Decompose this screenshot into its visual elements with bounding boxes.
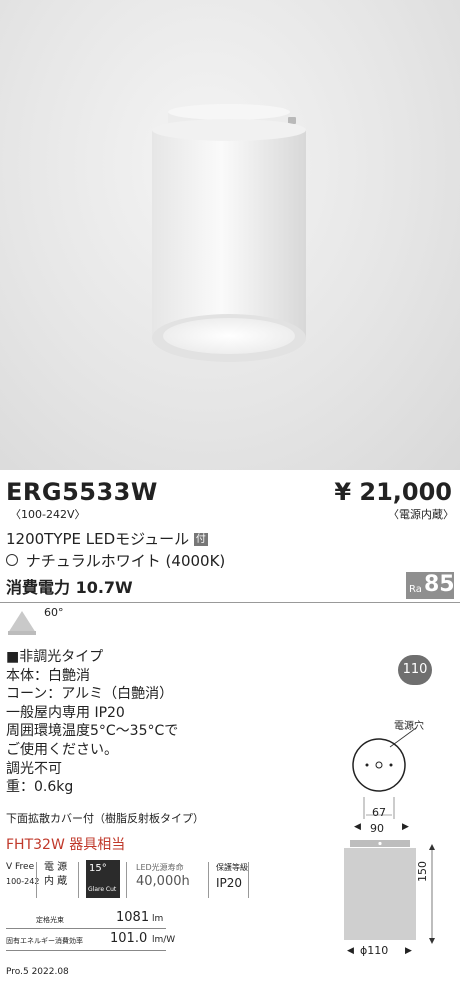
power-supply-icon: 電 源 内 蔵 [44, 862, 68, 887]
spec-line: 調光不可 [6, 760, 62, 777]
module-text: 1200TYPE LEDモジュール [6, 530, 190, 548]
dimension-90: 90 [370, 822, 384, 835]
vfree-range: 100-242 [6, 877, 40, 886]
downlight-image [152, 104, 306, 362]
spec-line: 一般屋内専用 IP20 [6, 704, 125, 721]
color-temperature: ナチュラルホワイト (4000K) [6, 552, 225, 571]
ra-value: 85 [424, 572, 455, 597]
ra-badge: Ra 85 [406, 572, 455, 599]
spec-line: 周囲環境温度5°C～35°Cで [6, 723, 179, 740]
circle-marker-icon [6, 554, 18, 566]
power-consumption: 消費電力 10.7W [6, 578, 133, 597]
vfree-icon: V Free 100-242 [6, 862, 40, 886]
arrow-right-icon: ▶ [405, 946, 412, 956]
efficiency-value: 101.0 [110, 931, 148, 946]
glare-cut-icon: 15° Glare Cut [86, 860, 120, 898]
model-number: ERG5533W [6, 478, 158, 506]
spec-list: ■非調光タイプ 本体：白艶消 コーン：アルミ（白艶消） 一般屋内専用 IP20 … [6, 648, 178, 797]
spec-line: ご使用ください。 [6, 741, 118, 758]
divider [36, 862, 37, 898]
efficiency-unit: lm/W [152, 935, 176, 945]
vfree-label: V Free [6, 862, 35, 872]
beam-angle-icon [8, 611, 36, 635]
led-life-icon: LED光源寿命 40,000h [136, 862, 190, 889]
dimension-150: 150 [416, 861, 429, 882]
cover-note: 下面拡散カバー付（樹脂反射板タイプ） [6, 812, 204, 825]
efficiency-label: 固有エネルギー消費効率 [6, 937, 83, 945]
beam-angle: 60° [44, 606, 64, 619]
ring-size-badge: 110 [398, 655, 432, 685]
glare-label: Glare Cut [88, 886, 117, 893]
flux-value: 1081 [116, 910, 150, 925]
equivalent-lamp: FHT32W 器具相当 [6, 837, 126, 853]
dimension-67: 67 [372, 806, 386, 819]
flux-label: 定格光束 [36, 916, 64, 924]
spec-line: 重：0.6kg [6, 779, 74, 796]
glare-angle: 15° [89, 863, 107, 874]
arrow-left-icon: ◀ [354, 822, 361, 832]
price: ¥ 21,000 [334, 478, 452, 506]
spec-line: コーン：アルミ（白艶消） [6, 686, 174, 703]
side-view-drawing [344, 840, 435, 944]
arrow-right-icon: ▶ [402, 822, 409, 832]
divider [6, 950, 166, 951]
divider [0, 602, 460, 603]
led-module: 1200TYPE LEDモジュール 付 [6, 530, 208, 549]
divider [6, 928, 166, 929]
flux-unit: lm [152, 914, 164, 924]
version-footer: Pro.5 2022.08 [6, 967, 69, 977]
divider [248, 862, 249, 898]
divider [126, 862, 127, 898]
protection-label: 保護等級 [216, 863, 248, 872]
price-note: 〈電源内蔵〉 [388, 508, 454, 521]
led-life-value: 40,000h [136, 874, 190, 889]
module-badge: 付 [193, 533, 208, 546]
protection-value: IP20 [216, 876, 243, 890]
product-photo [0, 0, 460, 470]
ra-label: Ra [409, 584, 422, 595]
spec-line: 本体：白艶消 [6, 667, 90, 684]
divider [78, 862, 79, 898]
led-life-label: LED光源寿命 [136, 863, 184, 872]
spec-line: ■非調光タイプ [6, 649, 104, 665]
divider [208, 862, 209, 898]
voltage-range: 〈100-242V〉 [10, 508, 86, 521]
color-temp-text: ナチュラルホワイト (4000K) [25, 552, 226, 570]
arrow-left-icon: ◀ [347, 946, 354, 956]
dimension-110: ϕ110 [360, 944, 389, 957]
protection-icon: 保護等級 IP20 [216, 862, 248, 890]
